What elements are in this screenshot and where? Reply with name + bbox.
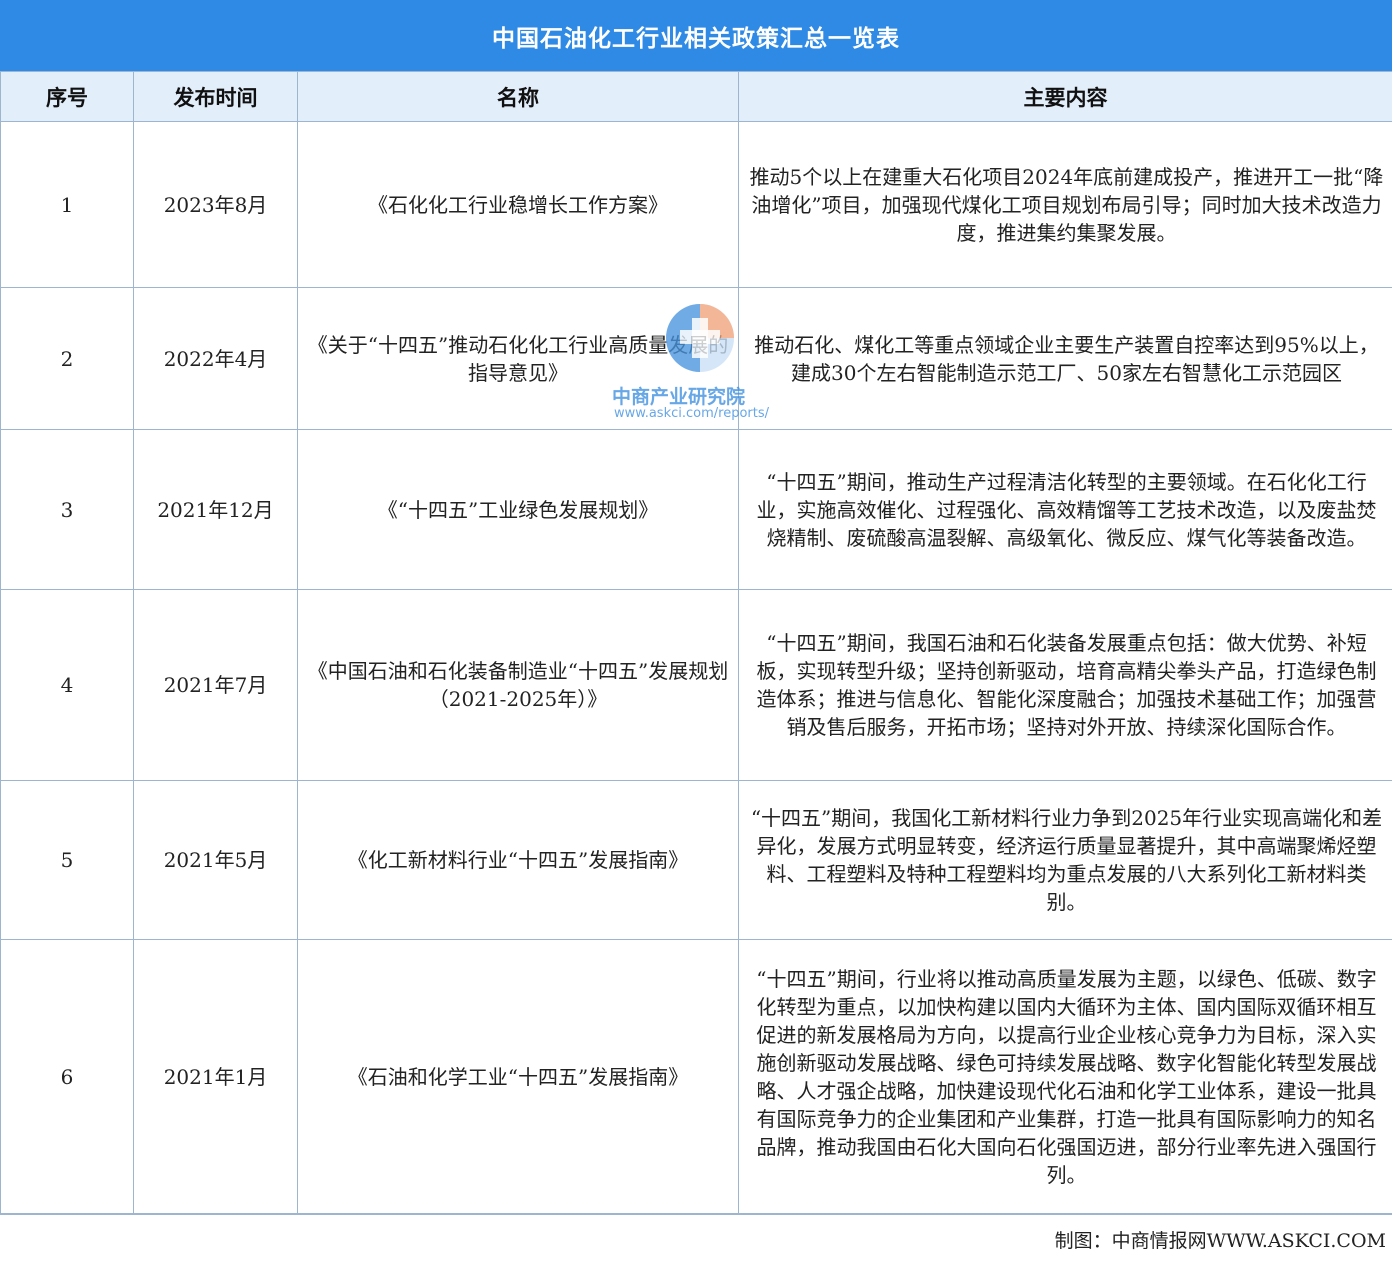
cell-content: “十四五”期间，推动生产过程清洁化转型的主要领域。在石化化工行业，实施高效催化、… — [738, 429, 1392, 590]
table-row: 6 2021年1月 《石油和化学工业“十四五”发展指南》 “十四五”期间，行业将… — [0, 939, 1392, 1215]
cell-date: 2021年1月 — [133, 939, 298, 1215]
table-row: 3 2021年12月 《“十四五”工业绿色发展规划》 “十四五”期间，推动生产过… — [0, 429, 1392, 590]
table-row: 5 2021年5月 《化工新材料行业“十四五”发展指南》 “十四五”期间，我国化… — [0, 780, 1392, 940]
cell-date: 2021年5月 — [133, 780, 298, 940]
policy-table: 序号 发布时间 名称 主要内容 1 2023年8月 《石化化工行业稳增长工作方案… — [0, 71, 1392, 1215]
cell-name: 《中国石油和石化装备制造业“十四五”发展规划（2021-2025年）》 — [297, 589, 739, 781]
cell-no: 5 — [0, 780, 134, 940]
cell-date: 2022年4月 — [133, 287, 298, 430]
footer-credit: 制图：中商情报网WWW.ASKCI.COM — [0, 1213, 1392, 1264]
header-name: 名称 — [297, 71, 739, 122]
cell-no: 4 — [0, 589, 134, 781]
cell-date: 2023年8月 — [133, 121, 298, 288]
table-row: 4 2021年7月 《中国石油和石化装备制造业“十四五”发展规划（2021-20… — [0, 589, 1392, 781]
cell-content: 推动石化、煤化工等重点领域企业主要生产装置自控率达到95%以上，建成30个左右智… — [738, 287, 1392, 430]
header-row: 序号 发布时间 名称 主要内容 — [0, 71, 1392, 122]
cell-content: “十四五”期间，我国石油和石化装备发展重点包括：做大优势、补短板，实现转型升级；… — [738, 589, 1392, 781]
cell-content: 推动5个以上在建重大石化项目2024年底前建成投产，推进开工一批“降油增化”项目… — [738, 121, 1392, 288]
cell-name: 《石油和化学工业“十四五”发展指南》 — [297, 939, 739, 1215]
policy-summary-sheet: 中国石油化工行业相关政策汇总一览表 序号 发布时间 名称 主要内容 1 2023… — [0, 0, 1392, 1264]
cell-date: 2021年12月 — [133, 429, 298, 590]
header-date: 发布时间 — [133, 71, 298, 122]
cell-name: 《关于“十四五”推动石化化工行业高质量发展的指导意见》 — [297, 287, 739, 430]
cell-content: “十四五”期间，行业将以推动高质量发展为主题，以绿色、低碳、数字化转型为重点，以… — [738, 939, 1392, 1215]
table-row: 2 2022年4月 《关于“十四五”推动石化化工行业高质量发展的指导意见》 推动… — [0, 287, 1392, 430]
cell-name: 《“十四五”工业绿色发展规划》 — [297, 429, 739, 590]
cell-no: 6 — [0, 939, 134, 1215]
cell-no: 2 — [0, 287, 134, 430]
header-no: 序号 — [0, 71, 134, 122]
cell-no: 3 — [0, 429, 134, 590]
cell-content: “十四五”期间，我国化工新材料行业力争到2025年行业实现高端化和差异化，发展方… — [738, 780, 1392, 940]
header-content: 主要内容 — [738, 71, 1392, 122]
cell-name: 《化工新材料行业“十四五”发展指南》 — [297, 780, 739, 940]
cell-date: 2021年7月 — [133, 589, 298, 781]
table-row: 1 2023年8月 《石化化工行业稳增长工作方案》 推动5个以上在建重大石化项目… — [0, 121, 1392, 288]
cell-name: 《石化化工行业稳增长工作方案》 — [297, 121, 739, 288]
table-title: 中国石油化工行业相关政策汇总一览表 — [0, 0, 1392, 71]
cell-no: 1 — [0, 121, 134, 288]
